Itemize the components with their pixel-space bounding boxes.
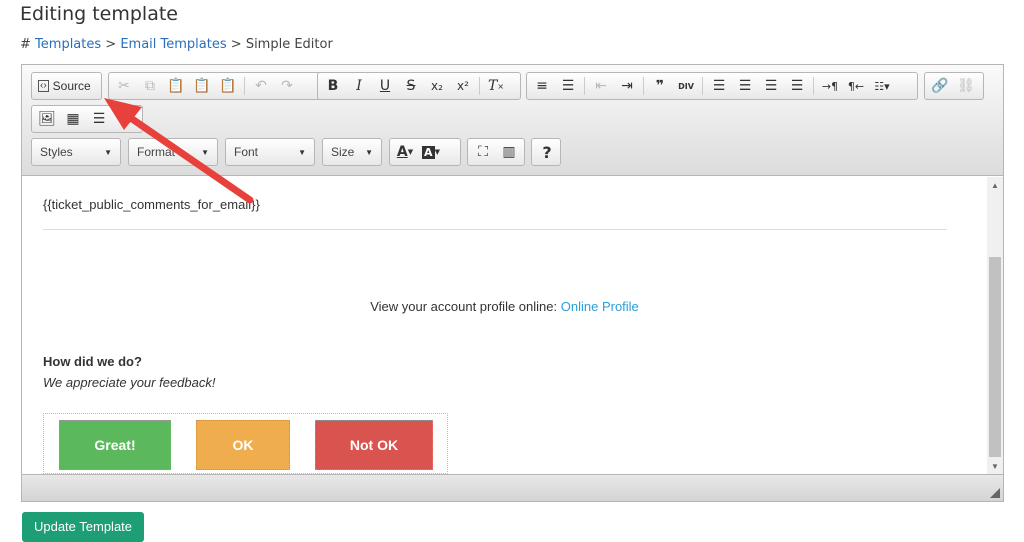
chevron-down-icon: ▼ bbox=[298, 147, 306, 157]
ltr-icon[interactable]: →¶ bbox=[817, 75, 843, 97]
bulleted-list-icon[interactable]: ☰ bbox=[555, 75, 581, 97]
strike-icon[interactable]: S bbox=[398, 75, 424, 97]
styles-dropdown[interactable]: Styles ▼ bbox=[31, 138, 121, 166]
link-icon[interactable]: 🔗 bbox=[927, 75, 953, 97]
redo-icon[interactable]: ↷ bbox=[274, 75, 300, 97]
language-icon[interactable]: ☷▾ bbox=[869, 75, 895, 97]
view-group: ⛶ ▥ bbox=[467, 138, 525, 166]
rich-text-editor: ‹› Source ✂ ⧉ 📋 📋 📋 ↶ ↷ B I U S x₂ x² T ×… bbox=[21, 64, 1004, 502]
ok-button[interactable]: OK bbox=[196, 420, 290, 470]
subscript-icon[interactable]: x₂ bbox=[424, 75, 450, 97]
align-right-icon[interactable]: ☰ bbox=[758, 75, 784, 97]
font-label: Font bbox=[234, 145, 259, 159]
format-dropdown[interactable]: Format ▼ bbox=[128, 138, 218, 166]
toolbar-separator bbox=[813, 77, 814, 95]
breadcrumb-email-templates-link[interactable]: Email Templates bbox=[120, 37, 226, 52]
editor-status-bar bbox=[22, 474, 1003, 501]
source-icon: ‹› bbox=[38, 80, 49, 92]
editor-toolbar: ‹› Source ✂ ⧉ 📋 📋 📋 ↶ ↷ B I U S x₂ x² T ×… bbox=[22, 65, 1003, 176]
paste-word-icon[interactable]: 📋 bbox=[215, 75, 241, 97]
resize-grip-icon[interactable] bbox=[990, 488, 1000, 498]
profile-line: View your account profile online: Online… bbox=[22, 299, 987, 314]
paragraph-group: ≡ ☰ ⇤ ⇥ ❞ DIV ☰ ☰ ☰ ☰ →¶ ¶← ☷▾ bbox=[526, 72, 918, 100]
image-icon[interactable]: 🖼 bbox=[34, 108, 60, 130]
create-div-icon[interactable]: DIV bbox=[673, 75, 699, 97]
link-group: 🔗 ⛓ bbox=[924, 72, 984, 100]
copy-icon[interactable]: ⧉ bbox=[137, 75, 163, 97]
unlink-icon[interactable]: ⛓ bbox=[953, 75, 979, 97]
online-profile-link[interactable]: Online Profile bbox=[561, 299, 639, 314]
scroll-down-icon[interactable]: ▼ bbox=[987, 458, 1003, 474]
color-group: A ▼ A ▼ bbox=[389, 138, 461, 166]
align-left-icon[interactable]: ☰ bbox=[706, 75, 732, 97]
toolbar-separator bbox=[643, 77, 644, 95]
not-ok-button[interactable]: Not OK bbox=[315, 420, 433, 470]
cut-icon[interactable]: ✂ bbox=[111, 75, 137, 97]
breadcrumb-separator: > bbox=[230, 37, 242, 52]
vertical-scrollbar[interactable]: ▲ ▼ bbox=[987, 177, 1003, 474]
blockquote-icon[interactable]: ❞ bbox=[647, 75, 673, 97]
source-button[interactable]: ‹› Source bbox=[34, 75, 95, 97]
basic-style-group: B I U S x₂ x² T × bbox=[317, 72, 521, 100]
profile-text: View your account profile online: bbox=[370, 299, 558, 314]
breadcrumb-prefix: # bbox=[20, 37, 31, 52]
feedback-subtext: We appreciate your feedback! bbox=[43, 375, 216, 390]
help-group: ? bbox=[531, 138, 561, 166]
breadcrumb-current: Simple Editor bbox=[245, 37, 333, 52]
background-color-icon[interactable]: A ▼ bbox=[418, 141, 444, 163]
remove-format-icon[interactable]: T × bbox=[483, 75, 509, 97]
font-dropdown[interactable]: Font ▼ bbox=[225, 138, 315, 166]
chevron-down-icon: ▼ bbox=[365, 147, 373, 157]
text-color-icon[interactable]: A ▼ bbox=[392, 141, 418, 163]
editor-content[interactable]: {{ticket_public_comments_for_email}} Vie… bbox=[22, 177, 987, 474]
toolbar-separator bbox=[702, 77, 703, 95]
toolbar-separator bbox=[479, 77, 480, 95]
scroll-up-icon[interactable]: ▲ bbox=[987, 177, 1003, 193]
help-icon[interactable]: ? bbox=[534, 141, 560, 163]
insert-group: 🖼 ▦ ☰ Ω bbox=[31, 105, 143, 133]
outdent-icon[interactable]: ⇤ bbox=[588, 75, 614, 97]
format-label: Format bbox=[137, 145, 176, 159]
breadcrumb-templates-link[interactable]: Templates bbox=[35, 37, 101, 52]
paste-text-icon[interactable]: 📋 bbox=[189, 75, 215, 97]
underline-icon[interactable]: U bbox=[372, 75, 398, 97]
justify-icon[interactable]: ☰ bbox=[784, 75, 810, 97]
breadcrumb-separator: > bbox=[105, 37, 117, 52]
align-center-icon[interactable]: ☰ bbox=[732, 75, 758, 97]
table-icon[interactable]: ▦ bbox=[60, 108, 86, 130]
page-title: Editing template bbox=[20, 3, 178, 25]
numbered-list-icon[interactable]: ≡ bbox=[529, 75, 555, 97]
superscript-icon[interactable]: x² bbox=[450, 75, 476, 97]
scroll-thumb[interactable] bbox=[989, 257, 1001, 457]
source-label: Source bbox=[52, 79, 91, 93]
breadcrumb: # Templates > Email Templates > Simple E… bbox=[20, 37, 333, 52]
toolbar-separator bbox=[244, 77, 245, 95]
divider bbox=[43, 229, 947, 230]
paste-icon[interactable]: 📋 bbox=[163, 75, 189, 97]
maximize-icon[interactable]: ⛶ bbox=[470, 141, 496, 163]
clipboard-group: ✂ ⧉ 📋 📋 📋 ↶ ↷ bbox=[108, 72, 332, 100]
chevron-down-icon: ▼ bbox=[201, 147, 209, 157]
chevron-down-icon: ▼ bbox=[104, 147, 112, 157]
template-variable: {{ticket_public_comments_for_email}} bbox=[43, 197, 260, 212]
italic-icon[interactable]: I bbox=[346, 75, 372, 97]
rtl-icon[interactable]: ¶← bbox=[843, 75, 869, 97]
size-label: Size bbox=[331, 145, 355, 159]
horizontal-line-icon[interactable]: ☰ bbox=[86, 108, 112, 130]
source-group: ‹› Source bbox=[31, 72, 102, 100]
special-char-icon[interactable]: Ω bbox=[112, 108, 138, 130]
indent-icon[interactable]: ⇥ bbox=[614, 75, 640, 97]
rating-buttons-table: Great! OK Not OK bbox=[43, 413, 448, 474]
bold-icon[interactable]: B bbox=[320, 75, 346, 97]
update-template-button[interactable]: Update Template bbox=[22, 512, 144, 542]
show-blocks-icon[interactable]: ▥ bbox=[496, 141, 522, 163]
undo-icon[interactable]: ↶ bbox=[248, 75, 274, 97]
toolbar-separator bbox=[584, 77, 585, 95]
styles-label: Styles bbox=[40, 145, 73, 159]
feedback-heading: How did we do? bbox=[43, 354, 142, 369]
great-button[interactable]: Great! bbox=[59, 420, 171, 470]
size-dropdown[interactable]: Size ▼ bbox=[322, 138, 382, 166]
